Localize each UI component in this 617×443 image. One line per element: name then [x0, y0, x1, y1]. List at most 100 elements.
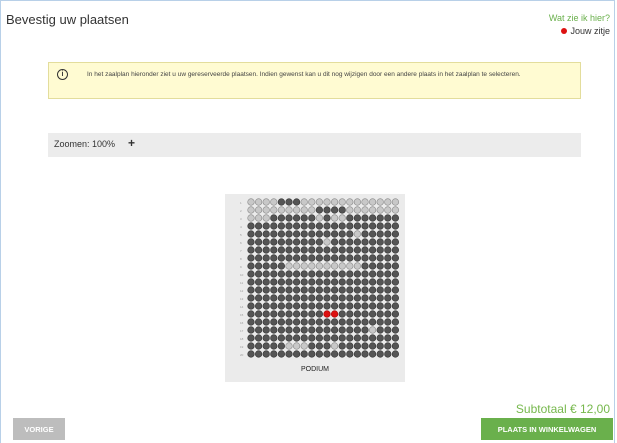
seat-free[interactable]: [315, 262, 323, 270]
seat-free[interactable]: [338, 198, 346, 206]
seat-free[interactable]: [391, 198, 399, 206]
seat-occupied: [384, 326, 392, 334]
seat-free[interactable]: [254, 198, 263, 206]
seat-free[interactable]: [308, 206, 316, 214]
seat-occupied: [376, 294, 384, 302]
seat-occupied: [369, 342, 377, 350]
seat-free[interactable]: [361, 206, 369, 214]
seat-occupied: [315, 254, 323, 262]
seat-free[interactable]: [270, 206, 278, 214]
seat-occupied: [277, 342, 286, 350]
seat-occupied: [323, 206, 331, 214]
seat-occupied: [277, 222, 286, 230]
seat-free[interactable]: [247, 198, 255, 206]
seat-free[interactable]: [330, 342, 339, 350]
seat-occupied: [247, 278, 255, 286]
seat-free[interactable]: [308, 198, 316, 206]
seat-occupied: [391, 342, 399, 350]
seat-occupied: [338, 270, 346, 278]
seat-occupied: [300, 278, 308, 286]
seat-free[interactable]: [346, 206, 354, 214]
seat-free[interactable]: [292, 206, 301, 214]
seat-occupied: [308, 294, 316, 302]
seat-free[interactable]: [300, 342, 308, 350]
seat-occupied: [376, 334, 384, 342]
seat-occupied: [300, 318, 308, 326]
seat-occupied: [330, 318, 339, 326]
seat-free[interactable]: [315, 214, 323, 222]
seat-occupied: [300, 350, 308, 358]
seat-occupied: [247, 286, 255, 294]
seat-free[interactable]: [338, 262, 346, 270]
seat-free[interactable]: [384, 198, 392, 206]
seat-free[interactable]: [247, 214, 255, 222]
seat-occupied: [330, 246, 339, 254]
seat-free[interactable]: [323, 238, 331, 246]
seat-free[interactable]: [346, 198, 354, 206]
seat-free[interactable]: [391, 206, 399, 214]
seat-occupied: [353, 302, 361, 310]
seat-occupied: [338, 342, 346, 350]
zoom-in-button[interactable]: +: [128, 136, 135, 150]
previous-button[interactable]: VORIGE: [13, 418, 65, 440]
seat-free[interactable]: [330, 214, 339, 222]
seat-free[interactable]: [323, 198, 331, 206]
seat-selected[interactable]: [323, 310, 331, 318]
seat-free[interactable]: [338, 214, 346, 222]
seat-occupied: [391, 254, 399, 262]
seat-occupied: [277, 286, 286, 294]
seat-occupied: [247, 310, 255, 318]
seat-occupied: [285, 254, 293, 262]
seat-occupied: [285, 270, 293, 278]
seat-free[interactable]: [346, 262, 354, 270]
seat-occupied: [391, 294, 399, 302]
seat-free[interactable]: [262, 206, 270, 214]
seat-free[interactable]: [361, 198, 369, 206]
add-to-cart-button[interactable]: PLAATS IN WINKELWAGEN: [481, 418, 613, 440]
seat-occupied: [391, 222, 399, 230]
seat-free[interactable]: [369, 198, 377, 206]
seat-free[interactable]: [254, 206, 263, 214]
seat-free[interactable]: [292, 262, 301, 270]
seat-free[interactable]: [369, 326, 377, 334]
seat-occupied: [270, 262, 278, 270]
seat-free[interactable]: [353, 206, 361, 214]
seat-occupied: [376, 318, 384, 326]
seat-free[interactable]: [247, 206, 255, 214]
seat-free[interactable]: [315, 198, 323, 206]
seat-free[interactable]: [353, 262, 361, 270]
seat-occupied: [338, 254, 346, 262]
row-number: 14: [240, 305, 244, 309]
seat-free[interactable]: [292, 342, 301, 350]
seat-occupied: [330, 222, 339, 230]
seat-free[interactable]: [376, 206, 384, 214]
seat-occupied: [353, 214, 361, 222]
seat-free[interactable]: [285, 342, 293, 350]
seat-free[interactable]: [254, 214, 263, 222]
seat-occupied: [391, 310, 399, 318]
seat-free[interactable]: [270, 198, 278, 206]
seat-free[interactable]: [330, 198, 339, 206]
seat-selected[interactable]: [330, 310, 339, 318]
seat-free[interactable]: [384, 206, 392, 214]
seat-free[interactable]: [300, 262, 308, 270]
seat-free[interactable]: [300, 206, 308, 214]
seat-free[interactable]: [330, 262, 339, 270]
seat-occupied: [308, 222, 316, 230]
seat-free[interactable]: [353, 230, 361, 238]
seat-free[interactable]: [308, 262, 316, 270]
seat-free[interactable]: [277, 206, 286, 214]
seat-free[interactable]: [376, 198, 384, 206]
seat-free[interactable]: [285, 262, 293, 270]
seat-occupied: [247, 262, 255, 270]
seat-free[interactable]: [262, 214, 270, 222]
seat-occupied: [300, 254, 308, 262]
seat-free[interactable]: [369, 206, 377, 214]
seat-free[interactable]: [262, 198, 270, 206]
seat-free[interactable]: [323, 262, 331, 270]
seat-free[interactable]: [285, 206, 293, 214]
row-number: 12: [240, 289, 244, 293]
seat-free[interactable]: [300, 198, 308, 206]
help-link[interactable]: Wat zie ik hier?: [549, 13, 610, 23]
seat-free[interactable]: [353, 198, 361, 206]
